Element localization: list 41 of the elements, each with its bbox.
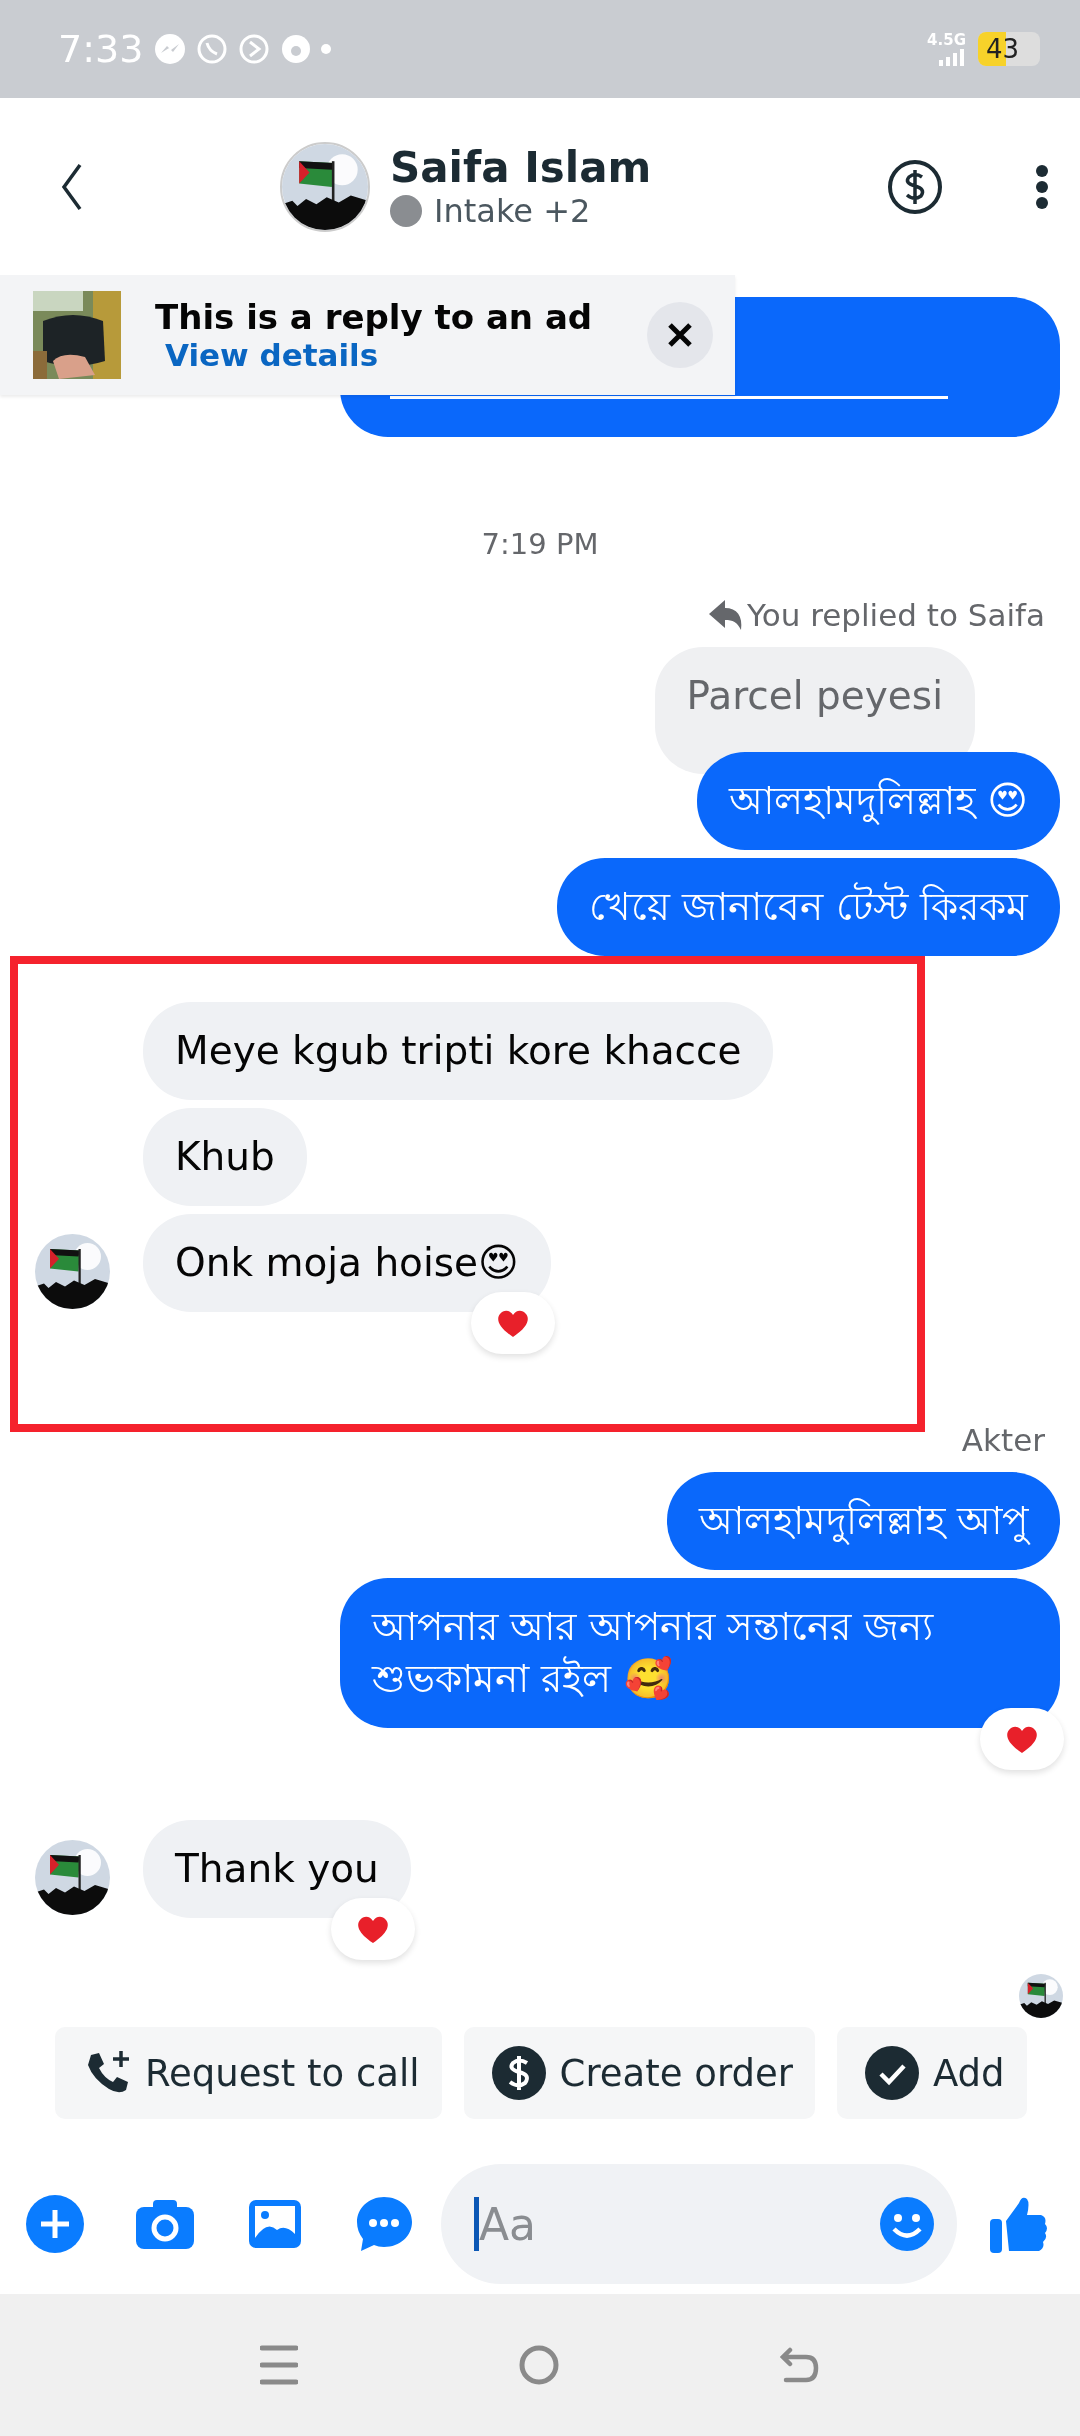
quick-action-chip[interactable]: Add [836, 2027, 1027, 2119]
check-icon [864, 2046, 919, 2100]
add-icon[interactable] [25, 2194, 85, 2254]
text-cursor [474, 2197, 479, 2251]
menu-icon[interactable] [260, 2345, 299, 2385]
received-message: Khub [143, 1108, 307, 1206]
close-icon [667, 322, 693, 348]
home-icon[interactable] [519, 2345, 559, 2385]
chat-bubble-icon[interactable] [355, 2195, 415, 2253]
quick-action-chip[interactable]: Request to call [55, 2027, 442, 2119]
chat-bubble-icon [153, 32, 188, 66]
received-message: Meye kgub tripti kore khacce [143, 1002, 774, 1100]
timestamp: 7:19 PM [481, 527, 599, 561]
contact-name: Saifa Islam [390, 143, 653, 192]
more-icon[interactable] [1034, 162, 1050, 211]
message-input[interactable]: Aa [479, 2194, 879, 2254]
dot-icon [321, 44, 332, 54]
dollar-icon [491, 2046, 546, 2100]
reaction-pill[interactable] [470, 1292, 555, 1354]
sender-name: Akter [961, 1422, 1045, 1458]
reaction-pill[interactable] [330, 1898, 415, 1960]
view-details-link[interactable]: View details [165, 337, 647, 373]
status-dot [390, 195, 422, 227]
contact-labels: Intake +2 [434, 192, 591, 230]
dollar-icon[interactable] [886, 157, 944, 216]
reaction-pill[interactable] [980, 1708, 1064, 1770]
received-message: Thank you [143, 1820, 411, 1918]
reply-note: You replied to Saifa [746, 597, 1045, 633]
emoji-icon[interactable] [879, 2196, 935, 2252]
message-field[interactable]: Aa [441, 2164, 957, 2284]
sent-message: আলহামদুলিল্লাহ 😍 [696, 752, 1060, 850]
received-message: Onk moja hoise😍 [143, 1214, 551, 1312]
quick-action-chip[interactable]: Create order [463, 2027, 815, 2119]
gallery-icon[interactable] [247, 2198, 303, 2250]
sent-message: আপনার আর আপনার সন্তানের জন্য শুভকামনা রইল 🥰 [340, 1578, 1060, 1728]
banner-title: This is a reply to an ad [155, 297, 594, 337]
back-nav-icon[interactable] [779, 2346, 820, 2384]
sent-message: খেয়ে জানাবেন টেস্ট কিরকম [556, 858, 1060, 956]
camera-icon[interactable] [135, 2197, 195, 2251]
signal-icon [937, 47, 966, 66]
sent-message: আলহামদুলিল্লাহ আপু [666, 1472, 1060, 1570]
